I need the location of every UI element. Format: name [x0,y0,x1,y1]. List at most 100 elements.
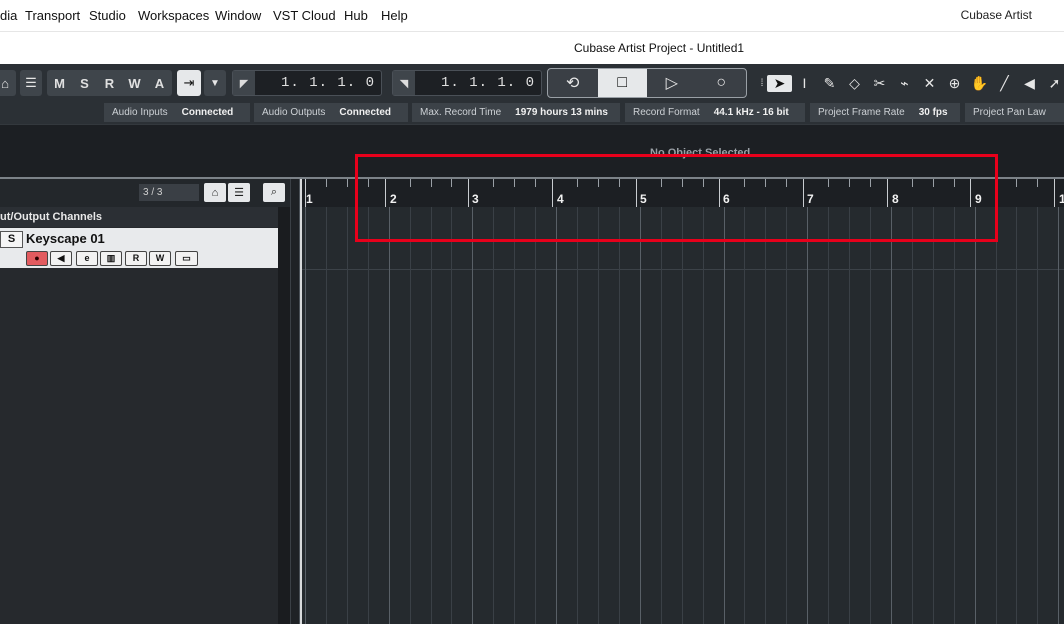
project-cursor[interactable] [300,179,302,624]
solo-all-button[interactable]: S [72,76,97,91]
solo-button[interactable]: S [0,231,23,248]
record-icon[interactable]: ○ [697,69,747,97]
line-icon[interactable]: ╱ [992,75,1017,92]
grid-bar-line [1058,207,1060,624]
status-label: Audio Inputs [112,107,168,118]
grid-beat-line [430,207,432,624]
grid-beat-line [953,207,955,624]
grid-beat-line [409,207,411,624]
channel-settings-icon[interactable]: ▭ [175,251,198,266]
grid-beat-line [828,207,830,624]
right-locator-flag-icon: ◥ [393,71,415,95]
status-value: Connected [339,107,392,118]
status-audio-outputs[interactable]: Audio Outputs Connected [254,103,408,122]
mute-icon[interactable]: ✕ [917,75,942,92]
ruler-bar-10: 1 [1059,192,1064,206]
folder-track-io-channels[interactable]: ut/Output Channels [0,207,278,227]
left-locator[interactable]: ◤ 1. 1. 1. 0 [232,70,382,96]
project-toolbar: ⌂ ☰ M S R W A ⇥ ▼ ◤ 1. 1. 1. 0 ◥ 1. 1. 1… [0,64,1064,102]
event-display[interactable] [300,207,1064,624]
inspector-icon[interactable]: ⌂ [0,70,16,96]
left-locator-flag-icon: ◤ [233,71,255,95]
track-name[interactable]: Keyscape 01 [26,231,105,246]
piano-icon[interactable]: ▥ [100,251,122,266]
grid-beat-line [702,207,704,624]
track-keyscape[interactable]: S Keyscape 01 ● ◀ e ▥ R W ▭ [0,228,278,268]
grid-beat-line [346,207,348,624]
status-label: Max. Record Time [420,107,502,118]
msrwa-buttons: M S R W A [47,70,172,96]
menu-bar: dia Transport Studio Workspaces Window V… [0,0,1064,31]
erase-icon[interactable]: ◇ [842,75,867,92]
transport-controls: ⟲ □ ▷ ○ [547,68,747,98]
menu-workspaces[interactable]: Workspaces [138,8,209,23]
status-frame-rate[interactable]: Project Frame Rate 30 fps [810,103,960,122]
track-list-header: 3 / 3 ⌂ ☰ ⌕ [0,179,290,207]
track-list-scrollbar[interactable] [278,207,290,624]
write-all-button[interactable]: W [122,76,147,91]
grid-bar-line [556,207,558,624]
track-list-menu-icon[interactable]: ☰ [228,183,250,202]
window-title: Cubase Artist Project - Untitled1 [574,41,745,55]
read-all-button[interactable]: R [97,76,122,91]
play-icon[interactable]: ▷ [647,69,697,97]
zoom-icon[interactable]: ⊕ [942,75,967,92]
autoscroll-icon[interactable]: ⇥ [177,70,201,96]
status-label: Project Pan Law [973,107,1046,118]
visibility-icon[interactable]: ⌂ [204,183,226,202]
list-icon[interactable]: ☰ [20,70,42,96]
more-icon[interactable]: ➚ [1042,75,1064,92]
search-icon[interactable]: ⌕ [263,183,285,202]
cycle-icon[interactable]: ⟲ [548,69,598,97]
menu-hub[interactable]: Hub [344,8,368,23]
ruler-beat-tick [346,179,348,187]
edit-instrument-icon[interactable]: e [76,251,98,266]
hand-icon[interactable]: ✋ [967,75,992,92]
grid-beat-line [786,207,788,624]
status-label: Project Frame Rate [818,107,905,118]
status-record-format[interactable]: Record Format 44.1 kHz - 16 bit [625,103,805,122]
right-locator[interactable]: ◥ 1. 1. 1. 0 [392,70,542,96]
grid-bar-line [388,207,390,624]
right-locator-value: 1. 1. 1. 0 [440,75,535,91]
grip-icon: ⁞ [760,77,764,89]
status-max-record-time[interactable]: Max. Record Time 1979 hours 13 mins [412,103,620,122]
dropdown-icon[interactable]: ▼ [204,70,226,96]
range-select-icon[interactable]: I [792,75,817,91]
draw-icon[interactable]: ✎ [817,75,842,92]
speaker-icon[interactable]: ◀ [1017,75,1042,92]
menu-studio[interactable]: Studio [89,8,126,23]
menu-window[interactable]: Window [215,8,261,23]
mute-all-button[interactable]: M [47,76,72,91]
status-pan-law[interactable]: Project Pan Law [965,103,1064,122]
split-icon[interactable]: ✂ [867,75,892,92]
read-button[interactable]: R [125,251,147,266]
monitor-icon[interactable]: ◀ [50,251,72,266]
tool-buttons: ⁞ ➤ I ✎ ◇ ✂ ⌁ ✕ ⊕ ✋ ╱ ◀ ➚ [757,70,1064,96]
grid-bar-line [305,207,306,624]
record-enable-icon[interactable]: ● [26,251,48,266]
status-audio-inputs[interactable]: Audio Inputs Connected [104,103,250,122]
title-bar: Cubase Artist Project - Untitled1 [0,31,1064,65]
app-name: Cubase Artist [960,8,1032,22]
automation-button[interactable]: A [147,76,172,91]
write-button[interactable]: W [149,251,171,266]
grid-bar-line [974,207,976,624]
grid-beat-line [493,207,495,624]
left-locator-value: 1. 1. 1. 0 [280,75,375,91]
grid-beat-line [765,207,767,624]
grid-bar-line [472,207,474,624]
stop-icon[interactable]: □ [597,69,647,97]
zone-divider[interactable] [290,179,300,624]
menu-help[interactable]: Help [381,8,408,23]
menu-transport[interactable]: Transport [25,8,80,23]
object-select-icon[interactable]: ➤ [767,74,792,92]
menu-vst-cloud[interactable]: VST Cloud [273,8,336,23]
glue-icon[interactable]: ⌁ [892,75,917,92]
status-line: Audio Inputs Connected Audio Outputs Conne… [0,102,1064,124]
ruler-bar-1: 1 [306,192,313,206]
grid-beat-line [932,207,934,624]
menu-media[interactable]: dia [0,8,17,23]
grid-beat-line [660,207,662,624]
grid-beat-line [535,207,537,624]
